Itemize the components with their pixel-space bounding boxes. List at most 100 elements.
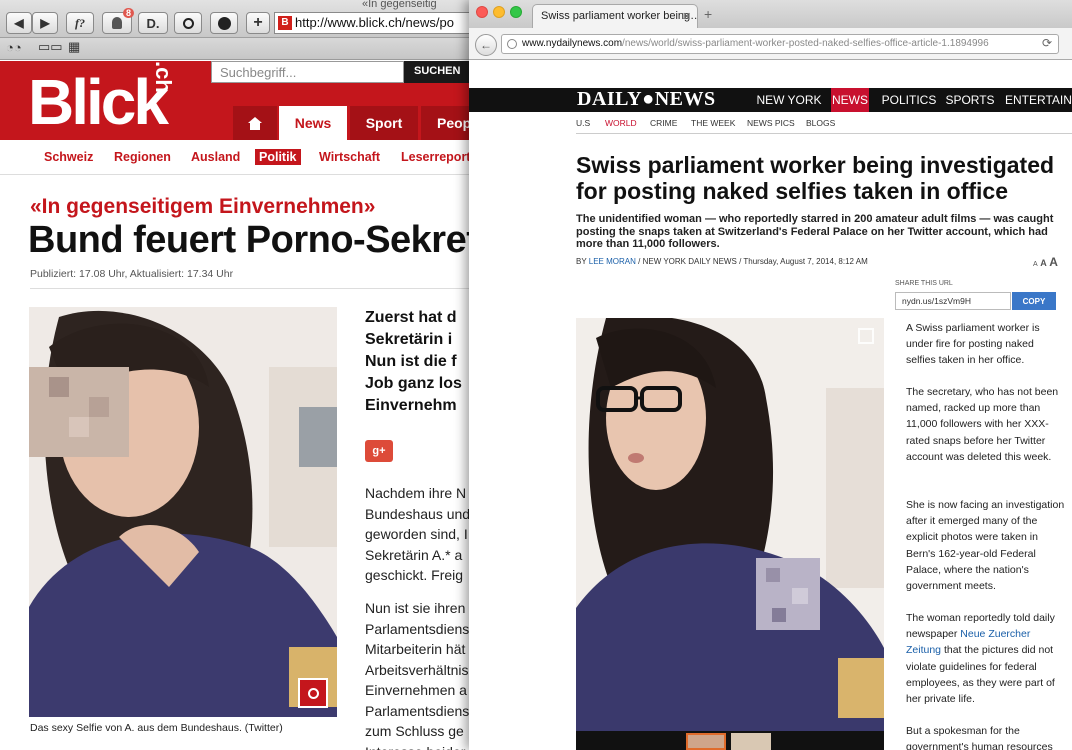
dailynews-logo[interactable]: DAILY●NEWS	[577, 88, 716, 111]
article-headline: Bund feuert Porno-Sekret	[28, 219, 470, 261]
blick-logo[interactable]: Blick	[28, 65, 169, 139]
body-line: Interesse beider	[365, 742, 470, 750]
text-size-large-button[interactable]: A	[1049, 255, 1058, 269]
article-byline: BY LEE MORAN / NEW YORK DAILY NEWS / Thu…	[576, 257, 868, 266]
reload-icon[interactable]: ⟳	[1042, 36, 1052, 50]
blick-browser-window: «In gegenseitig ◀ ▶ f? 8 D. + B http://w…	[0, 0, 470, 750]
close-window-icon[interactable]	[476, 6, 488, 18]
body-paragraph: But a spokesman for the government's hum…	[906, 725, 1053, 750]
subnav-leserreport[interactable]: Leserreport	[401, 150, 470, 164]
back-button[interactable]: ←	[475, 34, 497, 56]
nav-politics[interactable]: POLITICS	[877, 88, 941, 112]
tab-title: Swiss parliament worker being…	[541, 10, 698, 22]
ghost-icon	[112, 17, 122, 29]
blick-favicon-icon: B	[278, 16, 292, 30]
zoom-image-button[interactable]	[298, 678, 328, 708]
subnav-blogs[interactable]: BLOGS	[806, 118, 835, 128]
subnav-us[interactable]: U.S	[576, 118, 590, 128]
address-bar-text: http://www.blick.ch/news/po	[295, 15, 454, 30]
photo-thumbnail[interactable]	[731, 733, 771, 750]
share-url-field[interactable]: nydn.us/1szVm9H	[895, 292, 1011, 310]
dailynews-subnav: U.S WORLD CRIME THE WEEK NEWS PICS BLOGS	[469, 112, 1072, 134]
zoom-window-icon[interactable]	[510, 6, 522, 18]
body-paragraph-2: Nun ist sie ihren Parlamentsdiens Mitarb…	[365, 598, 470, 750]
body-line: Nachdem ihre N	[365, 485, 467, 501]
article-meta: Publiziert: 17.08 Uhr, Aktualisiert: 17.…	[30, 268, 234, 280]
body-line: geschickt. Freig	[365, 567, 464, 583]
open-book-icon[interactable]: ▭▭	[38, 39, 63, 55]
article-headline: Swiss parliament worker being investigat…	[576, 152, 1055, 204]
nav-news[interactable]: NEWS	[831, 88, 869, 112]
ghostery-extension-button[interactable]: 8	[102, 8, 134, 34]
reading-glasses-icon[interactable]: ◔◔	[6, 40, 22, 55]
divider	[30, 288, 470, 289]
text-size-controls: A A A	[1033, 255, 1058, 269]
subnav-crime[interactable]: CRIME	[650, 118, 677, 128]
add-bookmark-button[interactable]: +	[246, 12, 270, 34]
byline-date: Thursday, August 7, 2014, 8:12 AM	[743, 257, 868, 266]
photo-caption: Das sexy Selfie von A. aus dem Bundeshau…	[30, 722, 283, 734]
body-line: Nun ist sie ihren	[365, 600, 466, 616]
body-line: geworden sind, I	[365, 526, 468, 542]
close-tab-icon[interactable]: ✕	[682, 10, 691, 23]
browser-tab[interactable]: Swiss parliament worker being…	[532, 4, 698, 28]
expand-photo-icon[interactable]	[856, 326, 876, 346]
nav-people[interactable]: Peop	[421, 106, 470, 140]
window-titlebar: Swiss parliament worker being… ✕ +	[469, 0, 1072, 28]
minimize-window-icon[interactable]	[493, 6, 505, 18]
grid-icon[interactable]: ▦	[68, 39, 80, 55]
nav-sports[interactable]: SPORTS	[943, 88, 997, 112]
subnav-world[interactable]: WORLD	[605, 118, 637, 128]
selfie-illustration	[29, 307, 337, 717]
copy-url-button[interactable]: COPY	[1012, 292, 1056, 310]
subnav-the-week[interactable]: THE WEEK	[691, 118, 735, 128]
subnav-schweiz[interactable]: Schweiz	[44, 150, 93, 164]
article-photo[interactable]	[29, 307, 337, 717]
blick-subnav: Schweiz Regionen Ausland Politik Wirtsch…	[0, 140, 470, 175]
nav-new-york[interactable]: NEW YORK	[756, 88, 821, 112]
article-lead: Zuerst hat d Sekretärin i Nun ist die f …	[365, 307, 470, 417]
address-bar[interactable]: B http://www.blick.ch/news/po	[274, 12, 470, 34]
author-link[interactable]: LEE MORAN	[589, 257, 636, 266]
text-size-small-button[interactable]: A	[1033, 261, 1038, 268]
url-host: www.nydailynews.com	[522, 38, 623, 49]
d-extension-button[interactable]: D.	[138, 12, 168, 34]
url-path: /news/world/swiss-parliament-worker-post…	[622, 38, 989, 49]
google-plus-share-button[interactable]: g+	[365, 440, 393, 462]
search-q-icon	[182, 17, 194, 29]
body-paragraph: The secretary, who has not been named, r…	[906, 386, 1059, 463]
forward-button[interactable]: ▶	[32, 12, 58, 34]
nav-sport[interactable]: Sport	[350, 106, 418, 140]
subnav-regionen[interactable]: Regionen	[114, 150, 171, 164]
facebook-extension-button[interactable]: f?	[66, 12, 94, 34]
address-toolbar: ← www.nydailynews.com/news/world/swiss-p…	[469, 28, 1072, 60]
byline-outlet: NEW YORK DAILY NEWS	[642, 257, 737, 266]
address-bar[interactable]: www.nydailynews.com/news/world/swiss-par…	[501, 34, 1059, 54]
back-button[interactable]: ◀	[6, 12, 32, 34]
selfie-illustration	[576, 318, 884, 731]
magnifier-icon	[307, 687, 319, 699]
subnav-ausland[interactable]: Ausland	[191, 150, 240, 164]
photo-thumbnail[interactable]	[686, 733, 726, 750]
subnav-news-pics[interactable]: NEWS PICS	[747, 118, 795, 128]
nav-entertainment[interactable]: ENTERTAINMENT	[1001, 88, 1072, 112]
article-photo[interactable]	[576, 318, 884, 731]
new-tab-button[interactable]: +	[704, 6, 712, 22]
nav-news[interactable]: News	[279, 106, 347, 140]
subnav-politik[interactable]: Politik	[255, 149, 301, 165]
dailynews-header: DAILY●NEWS NEW YORK NEWS POLITICS SPORTS…	[469, 88, 1072, 112]
lead-line: Zuerst hat d	[365, 309, 457, 326]
q-extension-button[interactable]	[174, 12, 202, 34]
ghost-badge: 8	[122, 8, 134, 18]
search-input[interactable]: Suchbegriff...	[211, 61, 404, 83]
search-button[interactable]: SUCHEN	[404, 61, 470, 83]
back-arrow-icon: ←	[480, 38, 492, 52]
adblock-extension-button[interactable]	[210, 12, 238, 34]
home-nav-button[interactable]	[233, 106, 277, 140]
lead-line: Sekretärin i	[365, 331, 453, 348]
blick-logo-suffix: .ch	[151, 61, 176, 93]
subnav-wirtschaft[interactable]: Wirtschaft	[319, 150, 380, 164]
body-line: Arbeitsverhältnis	[365, 661, 469, 678]
tab-title[interactable]: «In gegenseitig	[362, 0, 437, 10]
text-size-medium-button[interactable]: A	[1040, 258, 1047, 268]
